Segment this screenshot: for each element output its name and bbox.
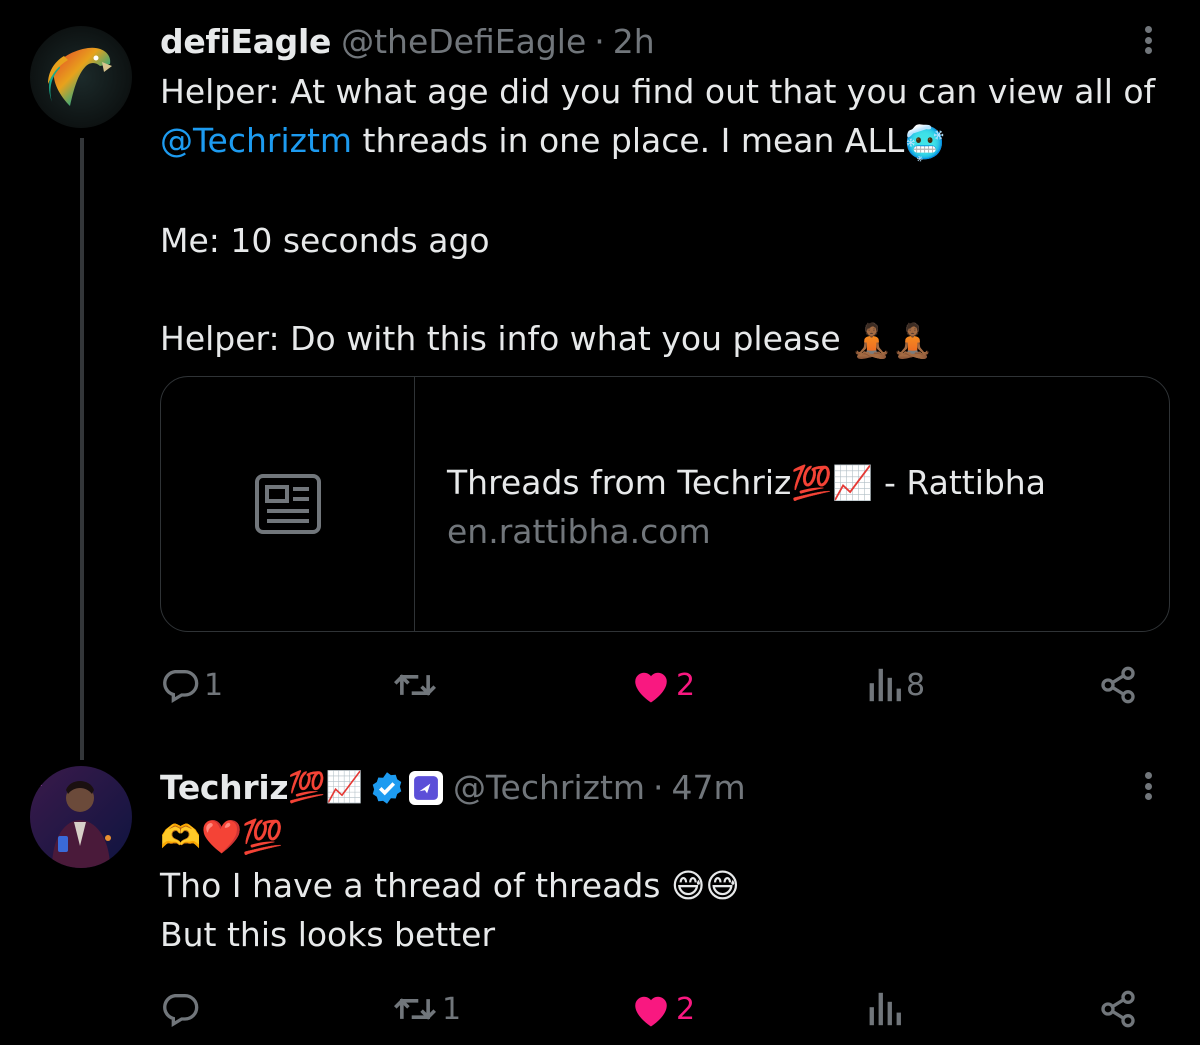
tweet-techriz[interactable]: T Techriz 💯📈 @Techriztm · 47m 🫶❤️💯 Tho I… bbox=[0, 760, 1200, 1045]
retweet-button[interactable]: 1 bbox=[392, 986, 461, 1032]
text-line-2: @Techriztm threads in one place. I mean … bbox=[160, 116, 1170, 167]
reply-count: 1 bbox=[204, 667, 224, 703]
text-line-3: But this looks better bbox=[160, 915, 496, 954]
views-button[interactable]: 8 bbox=[866, 662, 925, 708]
text-line-1: Helper: At what age did you find out tha… bbox=[160, 72, 1156, 111]
card-domain: en.rattibha.com bbox=[447, 512, 711, 551]
heart-filled-icon bbox=[635, 672, 667, 703]
views-icon bbox=[869, 668, 901, 702]
card-title[interactable]: Threads from Techriz💯📈 - Rattibha bbox=[447, 461, 1046, 505]
cold-face-emoji: 🥶 bbox=[904, 123, 946, 162]
reply-button[interactable]: 1 bbox=[160, 662, 223, 708]
handle[interactable]: @theDefiEagle bbox=[341, 20, 586, 64]
share-icon bbox=[1101, 666, 1135, 704]
text-line-4-text: Helper: Do with this info what you pleas… bbox=[160, 319, 852, 358]
mention-link[interactable]: @Techriztm bbox=[160, 121, 352, 160]
views-count: 8 bbox=[906, 667, 926, 703]
like-count: 2 bbox=[676, 667, 696, 703]
like-count: 2 bbox=[676, 991, 696, 1027]
article-icon bbox=[254, 474, 321, 534]
handle[interactable]: @Techriztm bbox=[453, 766, 645, 810]
timestamp[interactable]: 2h bbox=[613, 20, 655, 64]
text-line-4: Helper: Do with this info what you pleas… bbox=[160, 314, 1170, 365]
like-button[interactable]: 2 bbox=[630, 662, 695, 708]
separator: · bbox=[594, 22, 605, 61]
more-options-icon[interactable] bbox=[1136, 20, 1160, 60]
share-button[interactable] bbox=[1098, 986, 1138, 1032]
reply-button[interactable] bbox=[160, 986, 204, 1032]
retweet-icon bbox=[394, 998, 436, 1020]
reply-icon bbox=[163, 994, 199, 1027]
text-line-2: Tho I have a thread of threads 😅😅 bbox=[160, 866, 740, 905]
eagle-avatar-icon bbox=[30, 26, 132, 128]
person-avatar-icon: T bbox=[30, 766, 132, 868]
verified-badge-icon[interactable] bbox=[369, 770, 405, 806]
svg-text:T: T bbox=[37, 778, 45, 789]
display-name[interactable]: Techriz bbox=[160, 766, 289, 810]
views-icon bbox=[869, 992, 901, 1026]
heart-filled-icon bbox=[635, 996, 667, 1027]
views-button[interactable] bbox=[866, 986, 906, 1032]
timestamp[interactable]: 47m bbox=[672, 766, 746, 810]
tweet-header: defiEagle @theDefiEagle · 2h bbox=[160, 20, 655, 64]
tweet-header: Techriz 💯📈 @Techriztm · 47m bbox=[160, 766, 746, 810]
tweet-text: 🫶❤️💯 Tho I have a thread of threads 😅😅 B… bbox=[160, 812, 1170, 959]
retweet-button[interactable] bbox=[392, 662, 442, 708]
thread-connector-line bbox=[80, 138, 84, 760]
tweet-text: Helper: At what age did you find out tha… bbox=[160, 67, 1170, 365]
reply-icon bbox=[163, 670, 199, 703]
link-card[interactable]: Threads from Techriz💯📈 - Rattibha en.rat… bbox=[160, 376, 1170, 632]
tweet-defieagle[interactable]: defiEagle @theDefiEagle · 2h Helper: At … bbox=[0, 0, 1200, 760]
avatar-defieagle[interactable] bbox=[30, 26, 132, 128]
like-button[interactable]: 2 bbox=[630, 986, 695, 1032]
text-line-2-rest: threads in one place. I mean ALL bbox=[352, 121, 905, 160]
avatar-techriz[interactable]: T bbox=[30, 766, 132, 868]
retweet-count: 1 bbox=[442, 991, 462, 1027]
display-name[interactable]: defiEagle bbox=[160, 20, 331, 64]
affiliate-badge-icon[interactable] bbox=[408, 771, 443, 805]
more-options-icon[interactable] bbox=[1136, 766, 1160, 806]
action-bar: 1 2 bbox=[160, 986, 1170, 1032]
meditation-emoji: 🧘🏾🧘🏾 bbox=[851, 321, 934, 360]
action-bar: 1 2 8 bbox=[160, 662, 1170, 708]
display-name-emoji: 💯📈 bbox=[288, 770, 363, 805]
share-button[interactable] bbox=[1098, 662, 1138, 708]
retweet-icon bbox=[394, 674, 436, 696]
card-thumbnail bbox=[161, 377, 415, 631]
text-line-3: Me: 10 seconds ago bbox=[160, 221, 490, 260]
separator: · bbox=[653, 768, 664, 807]
share-icon bbox=[1101, 990, 1135, 1028]
text-line-1: 🫶❤️💯 bbox=[160, 817, 284, 856]
